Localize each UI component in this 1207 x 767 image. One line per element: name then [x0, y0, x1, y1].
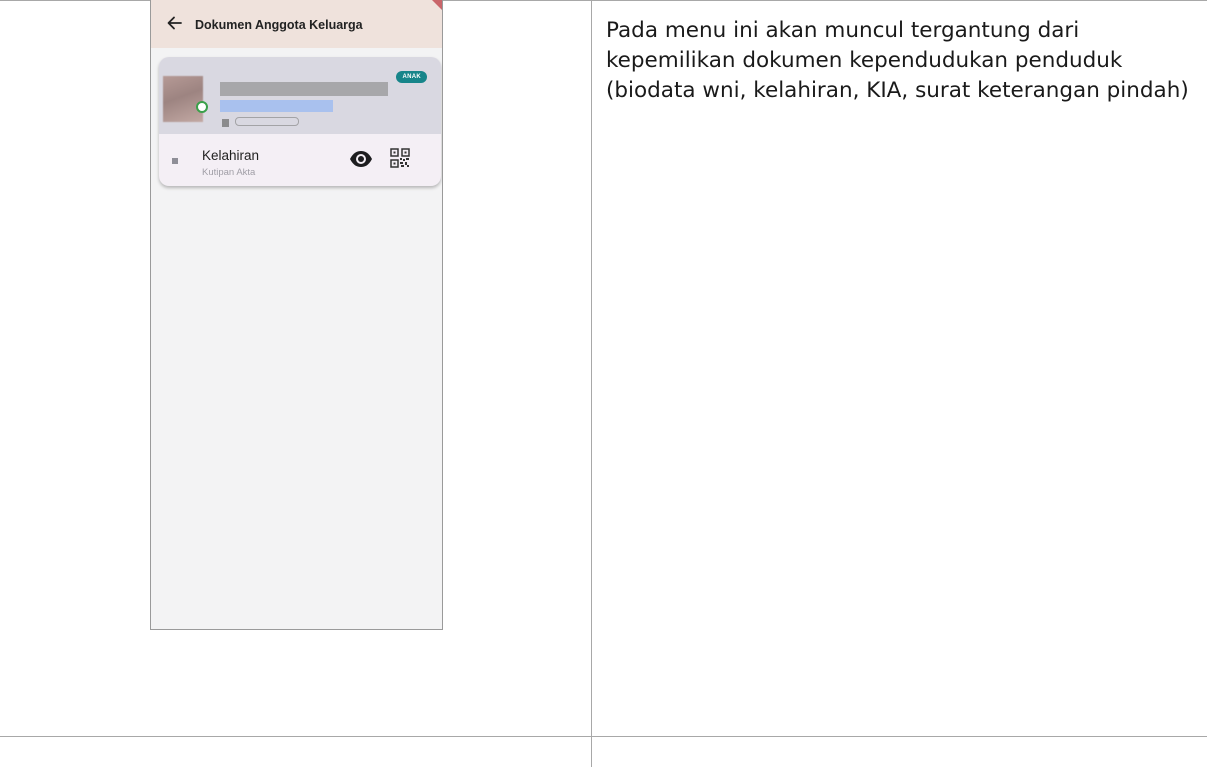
eye-icon[interactable] [349, 149, 373, 169]
relationship-badge: ANAK [396, 71, 427, 83]
qr-code-icon[interactable] [390, 148, 410, 168]
arrow-left-icon[interactable] [165, 13, 185, 33]
corner-indicator [432, 0, 442, 10]
birth-date-redacted [235, 117, 299, 126]
document-subtitle: Kutipan Akta [202, 167, 256, 178]
table-column-divider [591, 0, 592, 767]
table-row-divider [0, 736, 1207, 737]
member-photo-redacted [163, 76, 203, 122]
member-document-card[interactable]: ANAK Kelahiran Kutipan Akta [159, 57, 441, 186]
document-title: Kelahiran [202, 148, 260, 163]
member-info-header: ANAK [159, 57, 441, 134]
list-bullet-icon [172, 158, 178, 164]
member-name-redacted [220, 82, 388, 96]
app-bar: Dokumen Anggota Keluarga [151, 0, 442, 48]
cake-icon [222, 119, 229, 127]
member-id-redacted [220, 100, 333, 112]
phone-screenshot: Dokumen Anggota Keluarga ANAK Kelahiran … [150, 0, 443, 630]
description-text: Pada menu ini akan muncul tergantung dar… [606, 18, 1189, 103]
page-title: Dokumen Anggota Keluarga [195, 18, 363, 32]
verified-badge-icon [196, 101, 208, 113]
